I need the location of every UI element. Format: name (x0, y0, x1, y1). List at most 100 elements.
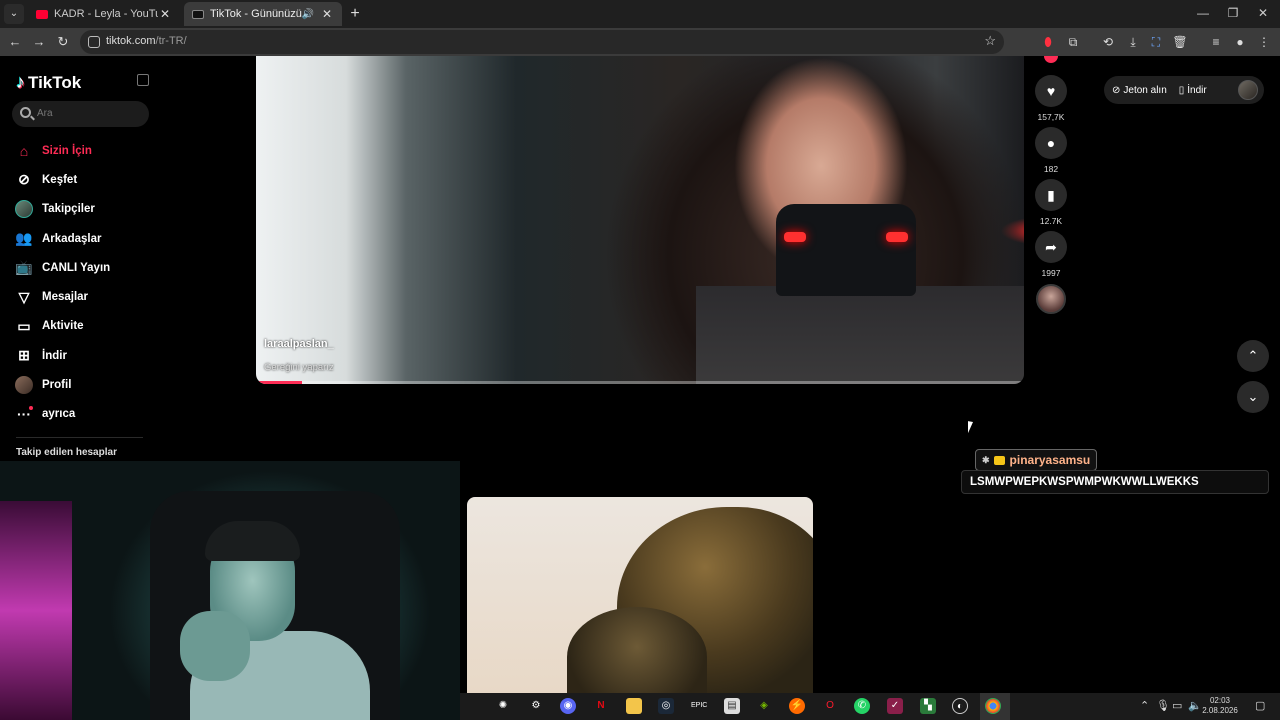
profile-avatar-icon[interactable]: ● (1232, 34, 1248, 50)
sidebar-item-for-you[interactable]: ⌂ Sizin İçin (14, 136, 154, 165)
store-icon[interactable]: ▤ (724, 698, 740, 714)
bookmark-icon[interactable]: ▮ (1035, 179, 1067, 211)
share-count: 1997 (1041, 268, 1061, 278)
user-avatar[interactable] (1238, 80, 1258, 100)
share-action[interactable]: ➦ 1997 (1035, 231, 1067, 278)
sidebar-item-messages[interactable]: ▽ Mesajlar (14, 282, 154, 311)
whatsapp-icon[interactable]: ✆ (854, 698, 870, 714)
tab-youtube[interactable]: KADR - Leyla - YouTube ✕ (28, 2, 180, 26)
media-control-icon[interactable]: ≡ (1208, 34, 1224, 50)
system-clock[interactable]: 02:03 2.08.2026 (1200, 696, 1240, 716)
sidebar-item-live[interactable]: 📺 CANLI Yayın (14, 253, 154, 282)
sidebar-item-explore[interactable]: ⊘ Keşfet (14, 165, 154, 194)
video-progress-bar[interactable] (256, 381, 1024, 384)
editor-icon[interactable]: ✓ (887, 698, 903, 714)
opera-extension-icon[interactable]: ⬮ (1040, 34, 1056, 50)
tab-title: TikTok - Gününüzü Güzelleştirecek (210, 8, 302, 20)
windows-taskbar: ✺ ⚙ ◉ N ◎ EPIC ▤ ◈ ⚡ O ✆ ✓ ▚ ◐ ⌃ 🎙 ▭ 🔈 0… (460, 693, 1280, 720)
compass-icon: ⊘ (18, 171, 30, 188)
more-menu-icon[interactable]: ⋮ (1256, 34, 1272, 50)
follow-plus-icon[interactable] (1044, 56, 1058, 63)
sidebar-item-download[interactable]: ⊞ İndir (14, 341, 154, 370)
sidebar-item-activity[interactable]: ▭ Aktivite (14, 312, 154, 341)
sidebar-item-label: Aktivite (42, 320, 84, 333)
notification-icon[interactable]: ▢ (1255, 699, 1265, 712)
next-video-button[interactable]: ⌄ (1237, 381, 1269, 413)
sidebar-item-profile[interactable]: Profil (14, 370, 154, 399)
chrome-icon[interactable] (985, 698, 1001, 714)
tray-overflow-icon[interactable]: ⌃ (1140, 699, 1149, 712)
inbox-icon: ▭ (17, 317, 31, 334)
next-video-preview[interactable] (467, 497, 813, 697)
sidebar-item-label: Mesajlar (42, 291, 89, 304)
netflix-icon[interactable]: N (593, 698, 609, 714)
app-icon[interactable]: ⚡ (789, 698, 805, 714)
folder-app-icon[interactable]: ▚ (920, 698, 936, 714)
file-explorer-icon[interactable] (626, 698, 642, 714)
search-icon (20, 107, 31, 118)
close-tab-icon[interactable]: ✕ (158, 7, 172, 21)
share-arrow-icon[interactable]: ➦ (1035, 231, 1067, 263)
back-arrow-icon[interactable]: ← (5, 32, 25, 52)
webcam-hand (180, 611, 250, 681)
opera-icon[interactable]: O (822, 698, 838, 714)
collapse-sidebar-icon[interactable] (137, 74, 149, 86)
tab-tiktok[interactable]: TikTok - Gününüzü Güzelleştirecek 🔊 ✕ (184, 2, 342, 26)
following-accounts-title: Takip edilen hesaplar (16, 447, 117, 458)
sidebar-item-more[interactable]: ··· ayrıca (14, 400, 154, 429)
get-coins-button[interactable]: Jeton alın (1123, 85, 1166, 96)
translate-icon[interactable]: ⛶ (1148, 34, 1164, 50)
forward-arrow-icon[interactable]: → (29, 32, 49, 52)
video-player[interactable]: laraalpaslan_ Gereğini yaparız (256, 56, 1024, 384)
restore-button[interactable]: ❐ (1218, 4, 1248, 22)
reload-icon[interactable]: ↻ (53, 32, 73, 52)
music-disc-avatar[interactable] (1036, 284, 1066, 314)
obs-icon[interactable]: ◐ (952, 698, 968, 714)
extension-puzzle-icon[interactable]: ⧉ (1065, 34, 1081, 50)
close-window-button[interactable]: ✕ (1248, 4, 1278, 22)
download-app-button[interactable]: İndir (1187, 85, 1206, 96)
comment-bubble-icon[interactable]: ● (1035, 127, 1067, 159)
steam-icon[interactable]: ◎ (658, 698, 674, 714)
microphone-icon[interactable]: 🎙 (1156, 699, 1170, 712)
history-icon[interactable]: ⟲ (1100, 34, 1116, 50)
settings-gear-icon[interactable]: ⚙ (528, 698, 544, 714)
tiktok-logo[interactable]: ♪ TikTok (16, 72, 81, 93)
profile-avatar-icon (14, 375, 34, 395)
new-tab-button[interactable]: + (346, 5, 364, 23)
friends-icon: 👥 (15, 230, 33, 247)
like-action[interactable]: ♥ 157,7K (1035, 75, 1067, 122)
clock-time: 02:03 (1209, 696, 1231, 705)
sidebar-item-following[interactable]: Takipçiler (14, 195, 154, 224)
tab-search-icon[interactable]: ⌄ (4, 4, 24, 24)
heart-icon[interactable]: ♥ (1035, 75, 1067, 107)
video-frame-tree (567, 607, 707, 697)
sidebar-item-friends[interactable]: 👥 Arkadaşlar (14, 224, 154, 253)
crown-badge-icon (993, 455, 1005, 465)
minimize-button[interactable]: — (1188, 4, 1218, 22)
save-action[interactable]: ▮ 12.7K (1035, 179, 1067, 226)
tab-title: KADR - Leyla - YouTube (54, 8, 158, 20)
epic-games-icon[interactable]: EPIC (691, 698, 707, 714)
nvidia-icon[interactable]: ◈ (756, 698, 772, 714)
video-progress-fill (256, 381, 303, 384)
sidebar-item-label: Takipçiler (42, 203, 95, 216)
trash-icon[interactable]: 🗑 (1172, 34, 1188, 50)
network-icon[interactable]: ▭ (1172, 699, 1182, 712)
bookmark-star-icon[interactable]: ☆ (984, 33, 996, 49)
site-info-icon[interactable] (88, 36, 100, 48)
search-input[interactable]: Ara (12, 101, 149, 127)
download-icon[interactable]: ⤓ (1125, 34, 1141, 50)
speaker-icon[interactable]: 🔊 (302, 9, 314, 20)
close-tab-icon[interactable]: ✕ (320, 7, 334, 21)
url-text[interactable]: tiktok.com/tr-TR/ (106, 35, 187, 47)
avatar-icon (14, 199, 34, 219)
previous-video-button[interactable]: ⌃ (1237, 340, 1269, 372)
comment-action[interactable]: ● 182 (1035, 127, 1067, 174)
sidebar-item-label: Keşfet (42, 173, 78, 186)
steelseries-icon[interactable]: ✺ (495, 698, 511, 714)
phone-icon: ▯ (1178, 84, 1185, 96)
discord-icon[interactable]: ◉ (560, 698, 576, 714)
video-author[interactable]: laraalpaslan_ (264, 338, 334, 350)
address-bar[interactable]: tiktok.com/tr-TR/ ☆ (80, 30, 1004, 54)
